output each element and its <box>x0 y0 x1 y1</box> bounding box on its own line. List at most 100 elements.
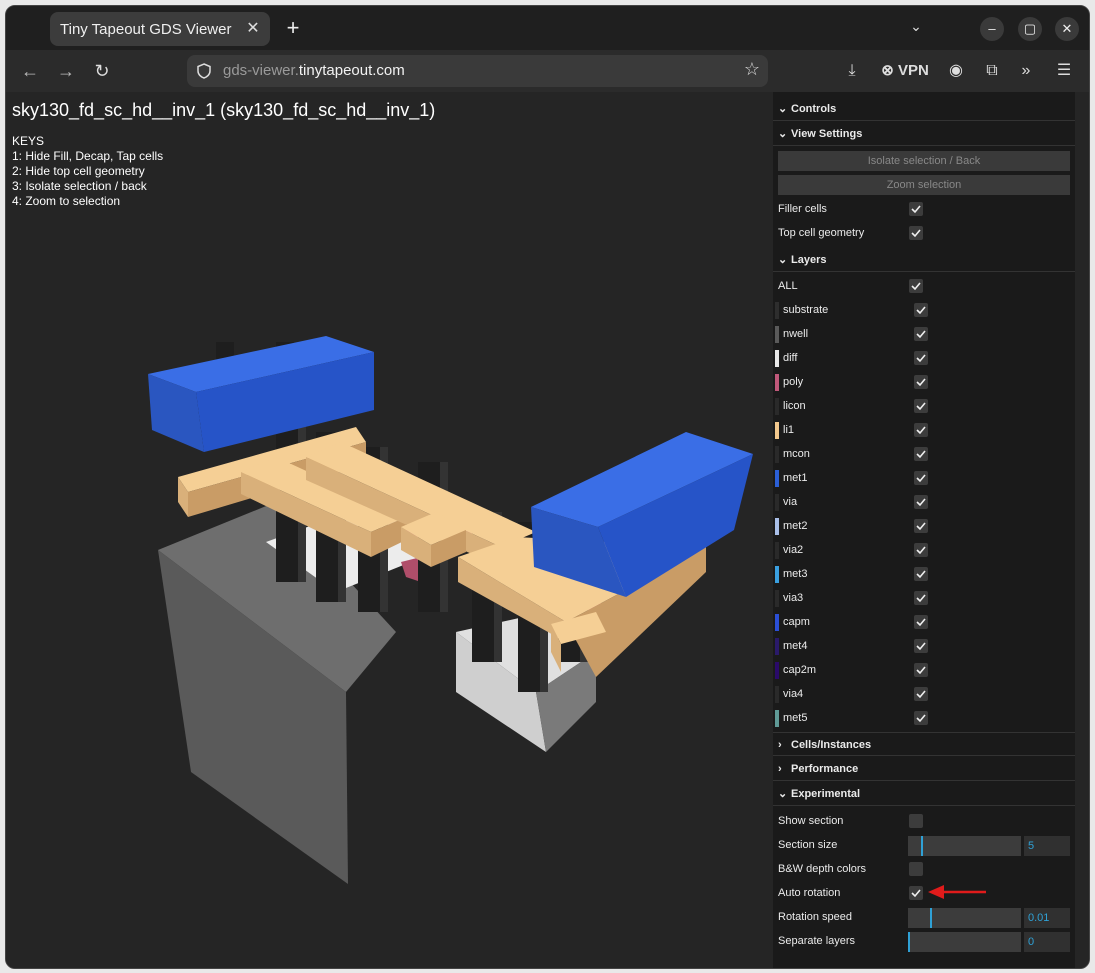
layer-checkbox[interactable] <box>914 327 928 341</box>
rotation-speed-knob[interactable] <box>930 908 932 928</box>
section-size-label: Section size <box>778 839 838 851</box>
minimize-icon[interactable]: – <box>980 17 1004 41</box>
layer-color-swatch <box>775 494 779 511</box>
layer-color-swatch <box>775 470 779 487</box>
close-window-icon[interactable]: ✕ <box>1055 17 1079 41</box>
maximize-icon[interactable]: ▢ <box>1018 17 1042 41</box>
view-settings-header[interactable]: ⌄ View Settings <box>773 122 1075 146</box>
top-cell-geometry-row: Top cell geometry <box>773 221 1075 245</box>
control-panel: ⌄ Controls ⌄ View Settings Isolate selecti… <box>773 92 1075 968</box>
layer-label: met2 <box>783 520 808 532</box>
close-tab-icon[interactable]: ✕ <box>244 20 262 38</box>
menu-icon[interactable]: ☰ <box>1054 59 1074 83</box>
layer-color-swatch <box>775 446 779 463</box>
layer-color-swatch <box>775 518 779 535</box>
layer-color-swatch <box>775 662 779 679</box>
layer-checkbox[interactable] <box>914 495 928 509</box>
rotation-speed-slider[interactable] <box>908 908 1021 928</box>
extension-circle-icon[interactable]: ◉ <box>946 59 966 83</box>
layer-row-diff: diff <box>773 346 1075 370</box>
forward-icon[interactable]: → <box>54 59 78 83</box>
layer-row-mcon: mcon <box>773 442 1075 466</box>
layer-row-substrate: substrate <box>773 298 1075 322</box>
bw-depth-label: B&W depth colors <box>778 863 867 875</box>
rotation-speed-input[interactable]: 0.01 <box>1024 908 1070 928</box>
layer-label: met1 <box>783 472 808 484</box>
tab-title: Tiny Tapeout GDS Viewer <box>60 20 232 38</box>
bw-depth-checkbox[interactable] <box>909 862 923 876</box>
top-cell-geometry-label: Top cell geometry <box>778 227 865 239</box>
section-size-knob[interactable] <box>921 836 923 856</box>
layer-checkbox[interactable] <box>914 303 928 317</box>
layer-label: li1 <box>783 424 795 436</box>
chevron-down-icon: ⌄ <box>778 128 788 140</box>
filler-cells-checkbox[interactable] <box>909 202 923 216</box>
isolate-selection-button[interactable]: Isolate selection / Back <box>778 151 1070 171</box>
section-size-input[interactable]: 5 <box>1024 836 1070 856</box>
layer-row-li1: li1 <box>773 418 1075 442</box>
separate-layers-row: Separate layers 0 <box>773 929 1075 953</box>
back-icon[interactable]: ← <box>18 59 42 83</box>
performance-header[interactable]: › Performance <box>773 757 1075 781</box>
overflow-icon[interactable]: » <box>1016 59 1036 83</box>
layer-checkbox[interactable] <box>914 567 928 581</box>
vpn-button[interactable]: ⊗ VPN <box>880 59 930 83</box>
layer-checkbox[interactable] <box>914 351 928 365</box>
layer-all-checkbox[interactable] <box>909 279 923 293</box>
layer-checkbox[interactable] <box>914 519 928 533</box>
layer-checkbox[interactable] <box>914 687 928 701</box>
layer-color-swatch <box>775 398 779 415</box>
layer-checkbox[interactable] <box>914 711 928 725</box>
show-section-checkbox[interactable] <box>909 814 923 828</box>
layer-checkbox[interactable] <box>914 375 928 389</box>
layer-checkbox[interactable] <box>914 543 928 557</box>
page-title: sky130_fd_sc_hd__inv_1 (sky130_fd_sc_hd_… <box>12 100 436 120</box>
layer-row-cap2m: cap2m <box>773 658 1075 682</box>
chevron-right-icon: › <box>778 739 782 751</box>
red-arrow-icon <box>928 885 986 899</box>
layer-checkbox[interactable] <box>914 663 928 677</box>
filler-cells-label: Filler cells <box>778 203 827 215</box>
layer-checkbox[interactable] <box>914 591 928 605</box>
layer-color-swatch <box>775 350 779 367</box>
bookmark-star-icon[interactable]: ☆ <box>744 59 760 80</box>
chevron-down-icon[interactable]: ⌄ <box>906 18 926 38</box>
zoom-selection-button[interactable]: Zoom selection <box>778 175 1070 195</box>
top-cell-geometry-checkbox[interactable] <box>909 226 923 240</box>
tab-gds-viewer[interactable]: Tiny Tapeout GDS Viewer ✕ <box>50 12 270 46</box>
layer-checkbox[interactable] <box>914 399 928 413</box>
reload-icon[interactable]: ↻ <box>90 59 114 83</box>
layer-label: substrate <box>783 304 829 316</box>
url-bar[interactable]: gds-viewer.tinytapeout.com ☆ <box>187 55 768 87</box>
separate-layers-knob[interactable] <box>908 932 910 952</box>
auto-rotation-checkbox[interactable] <box>909 886 923 900</box>
gds-3d-view[interactable] <box>136 232 776 892</box>
layer-checkbox[interactable] <box>914 447 928 461</box>
separate-layers-slider[interactable] <box>908 932 1021 952</box>
layer-checkbox[interactable] <box>914 471 928 485</box>
rotation-speed-row: Rotation speed 0.01 <box>773 905 1075 929</box>
cells-instances-header[interactable]: › Cells/Instances <box>773 732 1075 756</box>
layer-label: licon <box>783 400 806 412</box>
layer-label: met4 <box>783 640 808 652</box>
section-size-slider[interactable] <box>908 836 1021 856</box>
layers-header[interactable]: ⌄ Layers <box>773 248 1075 272</box>
browser-window: Tiny Tapeout GDS Viewer ✕ + ⌄ – ▢ ✕ ← → … <box>5 5 1090 969</box>
layer-label: via2 <box>783 544 804 556</box>
layer-checkbox[interactable] <box>914 615 928 629</box>
section-size-row: Section size 5 <box>773 833 1075 857</box>
controls-header[interactable]: ⌄ Controls <box>773 97 1075 121</box>
layer-row-met2: met2 <box>773 514 1075 538</box>
new-tab-icon[interactable]: + <box>282 17 304 40</box>
layer-row-via: via <box>773 490 1075 514</box>
key-line: 1: Hide Fill, Decap, Tap cells <box>12 149 164 163</box>
download-icon[interactable]: ⤓ <box>842 59 862 83</box>
key-line: 2: Hide top cell geometry <box>12 164 145 178</box>
tab-bar: Tiny Tapeout GDS Viewer ✕ + ⌄ – ▢ ✕ <box>6 6 1089 50</box>
experimental-header[interactable]: ⌄ Experimental <box>773 782 1075 806</box>
layer-color-swatch <box>775 422 779 439</box>
layer-checkbox[interactable] <box>914 639 928 653</box>
layer-checkbox[interactable] <box>914 423 928 437</box>
separate-layers-input[interactable]: 0 <box>1024 932 1070 952</box>
extensions-icon[interactable]: ⧉ <box>982 59 1002 83</box>
